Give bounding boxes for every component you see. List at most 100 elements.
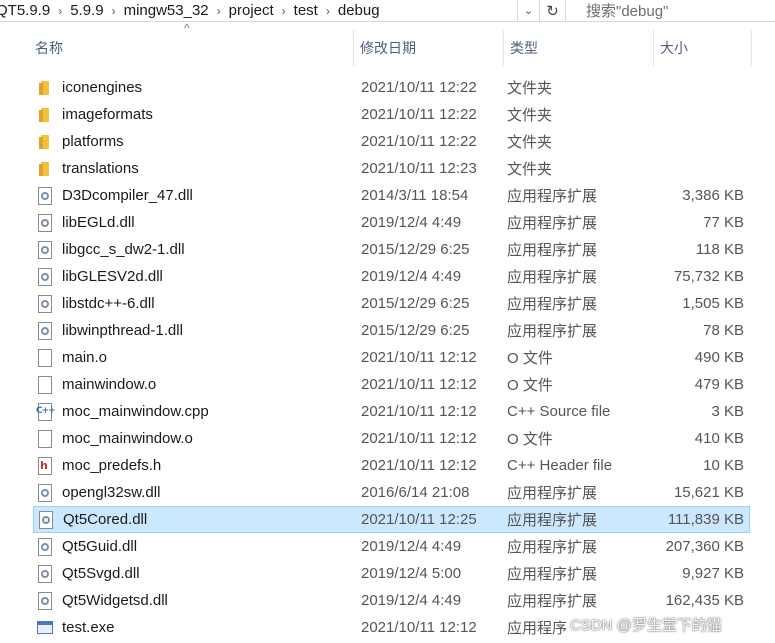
breadcrumb-separator-icon[interactable]: ›: [278, 0, 294, 22]
file-size: 78 KB: [703, 322, 744, 339]
file-name[interactable]: mainwindow.o: [62, 376, 156, 393]
file-name-cell[interactable]: libGLESV2d.dll: [0, 263, 354, 290]
file-row[interactable]: D3Dcompiler_47.dll 2014/3/11 18:54 应用程序扩展 3…: [0, 182, 775, 209]
folder-icon: [37, 160, 54, 178]
dll-icon: [37, 591, 54, 610]
file-name[interactable]: opengl32sw.dll: [62, 484, 160, 501]
file-date: 2015/12/29 6:25: [361, 241, 470, 258]
history-chevron-down-icon[interactable]: ⌄: [518, 0, 540, 22]
breadcrumb-separator-icon[interactable]: ›: [322, 0, 338, 22]
file-name[interactable]: Qt5Guid.dll: [62, 538, 137, 555]
file-row[interactable]: h moc_predefs.h 2021/10/11 12:12 C++ Header…: [0, 452, 775, 479]
file-name-cell[interactable]: C++ moc_mainwindow.cpp: [0, 398, 354, 425]
file-name-cell[interactable]: libwinpthread-1.dll: [0, 317, 354, 344]
breadcrumb-item[interactable]: 5.9.9: [70, 0, 107, 22]
file-row-selected[interactable]: Qt5Cored.dll 2021/10/11 12:25 应用程序扩展 111,83…: [33, 506, 750, 533]
file-date: 2021/10/11 12:12: [361, 403, 477, 420]
breadcrumb-separator-icon[interactable]: ›: [54, 0, 70, 22]
file-name-cell[interactable]: main.o: [0, 344, 354, 371]
file-size: 490 KB: [694, 349, 744, 366]
file-name-cell[interactable]: translations: [0, 155, 354, 182]
file-name[interactable]: D3Dcompiler_47.dll: [62, 187, 193, 204]
breadcrumb-separator-icon[interactable]: ›: [213, 0, 229, 22]
column-header: ^ 名称 修改日期 类型 大小: [0, 21, 775, 66]
file-name-cell[interactable]: platforms: [0, 128, 354, 155]
file-name[interactable]: libwinpthread-1.dll: [62, 322, 183, 339]
file-name-cell[interactable]: libstdc++-6.dll: [0, 290, 354, 317]
file-name[interactable]: libGLESV2d.dll: [62, 268, 163, 285]
file-row[interactable]: iconengines 2021/10/11 12:22 文件夹: [0, 74, 775, 101]
file-name[interactable]: libEGLd.dll: [62, 214, 135, 231]
sort-ascending-icon: ^: [184, 21, 190, 35]
refresh-icon[interactable]: ↻: [540, 0, 566, 22]
file-date: 2021/10/11 12:12: [361, 430, 477, 447]
file-name-cell[interactable]: imageformats: [0, 101, 354, 128]
breadcrumb-separator-icon[interactable]: ›: [108, 0, 124, 22]
file-name[interactable]: moc_predefs.h: [62, 457, 161, 474]
file-name[interactable]: main.o: [62, 349, 107, 366]
file-size: 1,505 KB: [682, 295, 744, 312]
file-name[interactable]: moc_mainwindow.cpp: [62, 403, 209, 420]
column-header-type[interactable]: 类型: [504, 30, 654, 66]
file-name-cell[interactable]: opengl32sw.dll: [0, 479, 354, 506]
file-size: 111,839 KB: [667, 511, 744, 528]
file-name-cell[interactable]: moc_mainwindow.o: [0, 425, 354, 452]
file-name[interactable]: Qt5Widgetsd.dll: [62, 592, 168, 609]
address-bar[interactable]: QT5.9.9 › 5.9.9 › mingw53_32 › project ›…: [0, 0, 775, 22]
file-date: 2021/10/11 12:22: [361, 79, 477, 96]
file-name[interactable]: test.exe: [62, 619, 115, 636]
file-row[interactable]: imageformats 2021/10/11 12:22 文件夹: [0, 101, 775, 128]
file-name[interactable]: libstdc++-6.dll: [62, 295, 155, 312]
file-name[interactable]: Qt5Cored.dll: [63, 511, 147, 528]
file-name-cell[interactable]: D3Dcompiler_47.dll: [0, 182, 354, 209]
breadcrumb-item[interactable]: mingw53_32: [124, 0, 213, 22]
file-name-cell[interactable]: h moc_predefs.h: [0, 452, 354, 479]
breadcrumb[interactable]: QT5.9.9 › 5.9.9 › mingw53_32 › project ›…: [0, 0, 518, 22]
file-name-cell[interactable]: libgcc_s_dw2-1.dll: [0, 236, 354, 263]
file-row[interactable]: platforms 2021/10/11 12:22 文件夹: [0, 128, 775, 155]
breadcrumb-item[interactable]: QT5.9.9: [0, 0, 54, 22]
file-row[interactable]: libGLESV2d.dll 2019/12/4 4:49 应用程序扩展 75,732…: [0, 263, 775, 290]
file-date: 2019/12/4 4:49: [361, 538, 462, 555]
file-row[interactable]: libwinpthread-1.dll 2015/12/29 6:25 应用程序扩展…: [0, 317, 775, 344]
file-row[interactable]: mainwindow.o 2021/10/11 12:12 O 文件 479 KB: [0, 371, 775, 398]
file-row[interactable]: Qt5Widgetsd.dll 2019/12/4 4:49 应用程序扩展 162,4…: [0, 587, 775, 614]
file-name-cell[interactable]: mainwindow.o: [0, 371, 354, 398]
file-name[interactable]: platforms: [62, 133, 124, 150]
file-row[interactable]: moc_mainwindow.o 2021/10/11 12:12 O 文件 410 …: [0, 425, 775, 452]
file-type: 文件夹: [507, 80, 553, 97]
exe-icon: [37, 619, 54, 637]
file-row[interactable]: opengl32sw.dll 2016/6/14 21:08 应用程序扩展 15,62…: [0, 479, 775, 506]
file-row[interactable]: Qt5Guid.dll 2019/12/4 4:49 应用程序扩展 207,360 K…: [0, 533, 775, 560]
file-name[interactable]: translations: [62, 160, 139, 177]
column-header-size[interactable]: 大小: [654, 30, 752, 66]
file-name-cell[interactable]: test.exe: [0, 614, 354, 641]
file-name[interactable]: libgcc_s_dw2-1.dll: [62, 241, 185, 258]
file-name-cell[interactable]: iconengines: [0, 74, 354, 101]
file-row[interactable]: libstdc++-6.dll 2015/12/29 6:25 应用程序扩展 1,50…: [0, 290, 775, 317]
file-row[interactable]: translations 2021/10/11 12:23 文件夹: [0, 155, 775, 182]
column-header-date[interactable]: 修改日期: [354, 30, 504, 66]
file-name-cell[interactable]: Qt5Widgetsd.dll: [0, 587, 354, 614]
file-name-cell[interactable]: Qt5Cored.dll: [34, 506, 355, 533]
file-date: 2021/10/11 12:12: [361, 619, 477, 636]
file-row[interactable]: libgcc_s_dw2-1.dll 2015/12/29 6:25 应用程序扩展 1…: [0, 236, 775, 263]
file-row[interactable]: C++ moc_mainwindow.cpp 2021/10/11 12:12 C++…: [0, 398, 775, 425]
file-name[interactable]: imageformats: [62, 106, 153, 123]
file-name-cell[interactable]: Qt5Svgd.dll: [0, 560, 354, 587]
file-date: 2021/10/11 12:12: [361, 349, 477, 366]
search-input[interactable]: 搜索"debug": [566, 0, 775, 22]
file-row[interactable]: libEGLd.dll 2019/12/4 4:49 应用程序扩展 77 KB: [0, 209, 775, 236]
file-row[interactable]: main.o 2021/10/11 12:12 O 文件 490 KB: [0, 344, 775, 371]
column-header-name[interactable]: ^ 名称: [0, 21, 354, 66]
breadcrumb-item[interactable]: test: [294, 0, 322, 22]
file-name[interactable]: moc_mainwindow.o: [62, 430, 193, 447]
file-name[interactable]: iconengines: [62, 79, 142, 96]
file-size: 9,927 KB: [682, 565, 744, 582]
breadcrumb-item-current[interactable]: debug: [338, 0, 384, 22]
breadcrumb-item[interactable]: project: [229, 0, 278, 22]
file-name-cell[interactable]: libEGLd.dll: [0, 209, 354, 236]
file-name-cell[interactable]: Qt5Guid.dll: [0, 533, 354, 560]
file-row[interactable]: Qt5Svgd.dll 2019/12/4 5:00 应用程序扩展 9,927 KB: [0, 560, 775, 587]
file-name[interactable]: Qt5Svgd.dll: [62, 565, 140, 582]
